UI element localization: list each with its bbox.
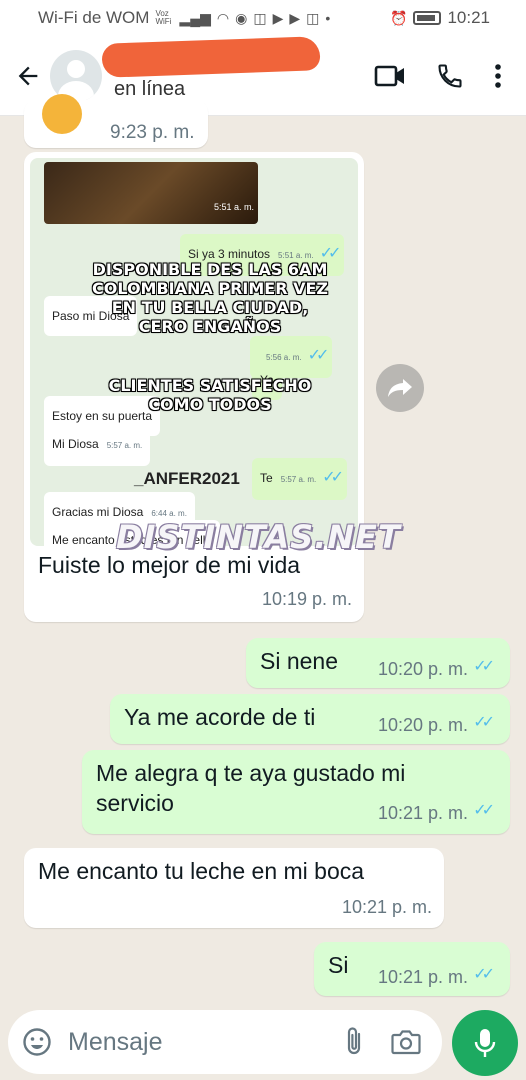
read-receipt-icon: ✓✓ [473,714,495,731]
mic-button[interactable] [452,1010,518,1076]
message-time: 9:23 p. m. [110,122,195,143]
play-icon: ▶ [272,9,284,26]
overlay-text: DISPONIBLE DES LAS 6AM COLOMBIANA PRIMER… [91,260,329,336]
read-receipt-icon: ✓✓ [473,658,495,675]
message-bubble-outgoing[interactable]: Me alegra q te aya gustado mi servicio 1… [82,750,510,834]
watermark: DISTINTAS.NET [116,518,401,556]
clock: 10:21 [447,8,490,27]
message-time: 10:20 p. m. [377,715,468,735]
message-text: Si [328,952,349,978]
volte-indicator: Voz WiFi [155,9,172,26]
contact-status: en línea [114,77,186,100]
forward-icon [388,379,412,397]
forward-button[interactable] [376,364,424,412]
alarm-icon: ⏰ [390,9,408,26]
emoji-sticker [42,94,82,134]
camera-icon [391,1030,421,1055]
read-receipt-icon: ✓✓ [473,966,495,983]
wifi-icon: ◠ [216,9,230,26]
more-options-icon [495,63,501,88]
screenshot-bubble: Mi Diosa 5:57 a. m. [44,424,151,466]
contact-name-redacted [101,35,321,78]
message-time: 10:21 p. m. [341,897,432,917]
video-call-icon [374,65,404,86]
status-bar: Wi-Fi de WOM Voz WiFi ▂▄▆ ◠ ◉ ◫ ▶ ▶ ◫ • … [0,0,526,36]
back-arrow-icon [18,66,38,85]
chat-screenshot-image[interactable]: 5:51 a. m. Si ya 3 minutos 5:51 a. m. ✓✓ P… [30,158,358,546]
play-icon-2: ▶ [289,9,301,26]
camera-button[interactable] [390,1028,422,1056]
message-time: 10:21 p. m. [377,803,468,823]
message-bubble-outgoing[interactable]: Si 10:21 p. m. ✓✓ [314,942,510,996]
overlay-handle: _ANFER2021 [134,469,240,488]
more-options-button[interactable] [494,63,502,89]
screenshot-bubble: Te 5:57 a. m. ✓✓ [252,458,348,500]
message-text: Me encanto tu leche en mi boca [38,858,365,884]
instagram-icon-2: ◫ [306,9,320,26]
emoji-icon [23,1028,51,1056]
dot-icon: • [325,10,331,26]
overlay-text-2: CLIENTES SATISFECHO COMO TODOS [108,376,312,414]
attach-button[interactable] [344,1026,364,1058]
message-time: 10:19 p. m. [261,589,352,609]
voice-call-icon [438,63,462,88]
attach-icon [347,1027,361,1055]
contact-info[interactable]: en línea [101,35,374,106]
message-composer: Mensaje [8,1010,442,1074]
message-bubble-outgoing[interactable]: Si nene 10:20 p. m. ✓✓ [246,638,510,688]
messenger-icon: ◉ [235,9,248,26]
signal-icon: ▂▄▆ [179,9,211,26]
battery-icon [413,11,442,25]
video-call-button[interactable] [374,63,406,89]
message-time: 10:21 p. m. [377,967,468,987]
message-bubble-incoming[interactable]: Me encanto tu leche en mi boca 10:21 p. … [24,848,444,928]
photo-time: 5:51 a. m. [213,202,254,212]
photo-thumbnail: 5:51 a. m. [44,162,258,224]
message-text: Ya me acorde de ti [124,704,316,730]
message-text: Si nene [260,648,339,674]
mic-icon [474,1029,496,1057]
network-name: Wi-Fi de WOM [38,8,150,27]
message-bubble-incoming[interactable]: 9:23 p. m. [24,94,208,148]
read-receipt-icon: ✓✓ [473,802,495,819]
message-input[interactable]: Mensaje [68,1028,344,1057]
message-time: 10:20 p. m. [377,659,468,679]
back-button[interactable] [6,54,50,98]
instagram-icon: ◫ [253,9,267,26]
message-bubble-outgoing[interactable]: Ya me acorde de ti 10:20 p. m. ✓✓ [110,694,510,744]
emoji-button[interactable] [22,1027,52,1057]
voice-call-button[interactable] [436,62,464,90]
